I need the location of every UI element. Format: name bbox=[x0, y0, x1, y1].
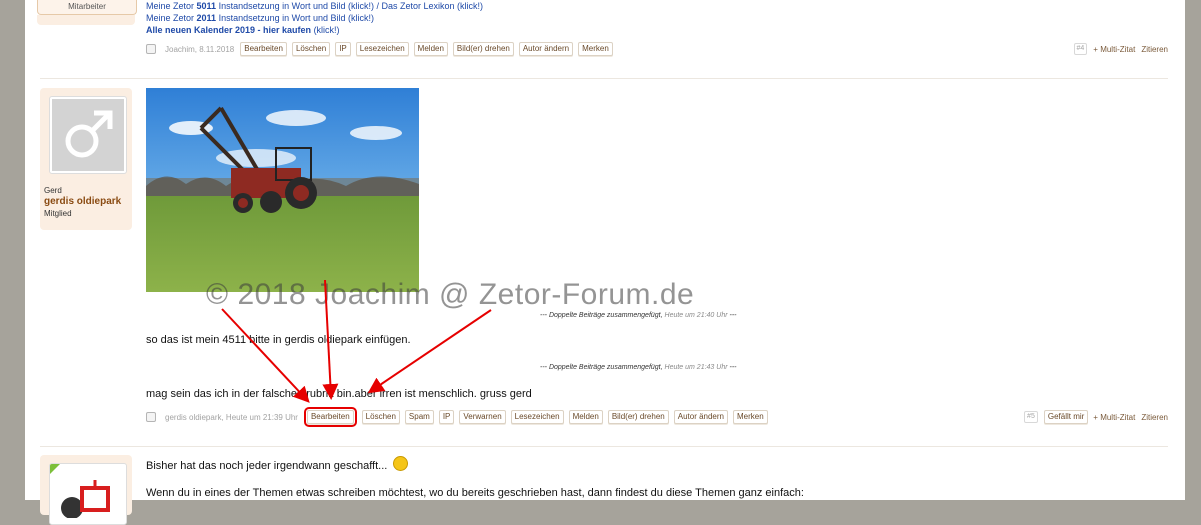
post-divider bbox=[40, 446, 1168, 447]
message-text-3: Bisher hat das noch jeder irgendwann ges… bbox=[146, 456, 409, 472]
select-checkbox[interactable] bbox=[146, 412, 156, 422]
post-meta: gerdis oldiepark, Heute um 21:39 Uhr bbox=[165, 412, 298, 422]
change-author-button[interactable]: Autor ändern bbox=[673, 410, 728, 424]
tractor-logo-icon bbox=[61, 480, 110, 518]
quote-link[interactable]: Zitieren bbox=[1141, 413, 1168, 422]
post-5-controls: gerdis oldiepark, Heute um 21:39 Uhr Bea… bbox=[146, 407, 773, 427]
spam-button[interactable]: Spam bbox=[404, 410, 434, 424]
edit-button-highlighted[interactable]: Bearbeiten bbox=[303, 407, 357, 427]
post-5-right-controls: #5 Gefällt mir + Multi-Zitat Zitieren bbox=[1024, 410, 1168, 424]
user-info-box bbox=[40, 455, 132, 525]
rotate-images-button[interactable]: Bild(er) drehen bbox=[607, 410, 669, 424]
warn-button[interactable]: Verwarnen bbox=[459, 410, 506, 424]
delete-button[interactable]: Löschen bbox=[361, 410, 400, 424]
report-button[interactable]: Melden bbox=[568, 410, 603, 424]
annotation-arrows bbox=[221, 279, 492, 403]
online-indicator-icon bbox=[50, 464, 60, 474]
multi-quote-link[interactable]: + Multi-Zitat bbox=[1093, 413, 1135, 422]
smiley-icon bbox=[393, 456, 409, 471]
remember-button[interactable]: Merken bbox=[733, 410, 768, 424]
post-number[interactable]: #5 bbox=[1024, 411, 1038, 423]
like-button[interactable]: Gefällt mir bbox=[1043, 410, 1089, 424]
bookmark-button[interactable]: Lesezeichen bbox=[510, 410, 564, 424]
ip-button[interactable]: IP bbox=[438, 410, 455, 424]
message-text-4: Wenn du in eines der Themen etwas schrei… bbox=[146, 487, 804, 499]
avatar[interactable] bbox=[49, 463, 127, 525]
forum-page: Mitarbeiter Meine Zetor 5011 Instandsetz… bbox=[25, 0, 1185, 525]
